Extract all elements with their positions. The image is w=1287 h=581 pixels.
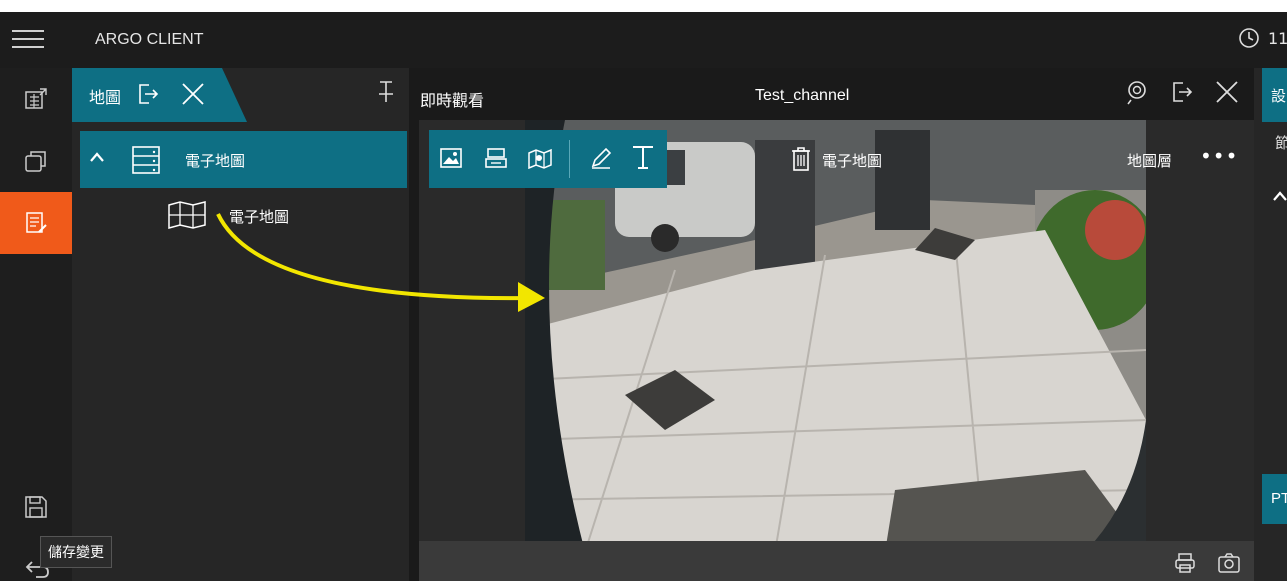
delete-emap-label[interactable]: 電子地圖 bbox=[822, 150, 882, 171]
channel-name: Test_channel bbox=[755, 87, 850, 104]
snapshot-icon[interactable] bbox=[1217, 552, 1241, 574]
print-icon[interactable] bbox=[1174, 552, 1196, 574]
popout-icon[interactable] bbox=[1170, 80, 1194, 104]
close-view-icon[interactable] bbox=[1214, 79, 1240, 105]
server-icon bbox=[131, 145, 161, 175]
right-panel-node-label: 節 bbox=[1275, 134, 1287, 152]
pin-icon[interactable] bbox=[377, 80, 395, 104]
fisheye-icon[interactable] bbox=[1126, 80, 1150, 106]
export-icon[interactable] bbox=[136, 82, 160, 106]
tab-ptz-label: PT bbox=[1271, 490, 1287, 507]
rail-emap-edit-button[interactable] bbox=[0, 192, 72, 254]
save-changes-tooltip: 儲存變更 bbox=[40, 536, 112, 568]
drag-arrow-annotation bbox=[200, 202, 580, 332]
tab-map-label: 地圖 bbox=[89, 88, 122, 107]
edit-document-icon bbox=[23, 210, 49, 236]
tab-settings-label: 設 bbox=[1271, 87, 1287, 105]
delete-icon[interactable] bbox=[789, 146, 813, 172]
text-tool-icon[interactable] bbox=[629, 143, 657, 171]
map-layer-button[interactable]: 地圖層 bbox=[1127, 150, 1172, 171]
pencil-icon[interactable] bbox=[589, 146, 613, 170]
image-icon[interactable] bbox=[439, 147, 463, 169]
windows-icon bbox=[23, 148, 49, 174]
rail-layout-button[interactable] bbox=[0, 68, 72, 130]
rail-windows-button[interactable] bbox=[0, 130, 72, 192]
app-title: ARGO CLIENT bbox=[95, 31, 204, 48]
clock-time: 11 bbox=[1268, 29, 1287, 48]
viewport-bottom-bar bbox=[419, 541, 1254, 581]
clock-icon bbox=[1238, 27, 1260, 49]
map-link-icon[interactable] bbox=[527, 147, 553, 169]
more-options-button[interactable]: ••• bbox=[1200, 144, 1238, 168]
app-window: ARGO CLIENT 11 地圖 電子地圖 電子地圖 即時觀看 Test_ch… bbox=[0, 12, 1287, 581]
save-changes-button[interactable] bbox=[0, 477, 72, 537]
toolbar-divider bbox=[569, 140, 570, 178]
tree-group-label: 電子地圖 bbox=[185, 152, 246, 170]
live-view-title: 即時觀看 bbox=[420, 91, 485, 110]
hamburger-menu-icon[interactable] bbox=[12, 24, 44, 52]
chevron-up-icon[interactable] bbox=[89, 151, 105, 163]
calendar-export-icon bbox=[23, 86, 49, 112]
close-tab-icon[interactable] bbox=[180, 81, 206, 107]
right-chevron-up-icon[interactable] bbox=[1272, 190, 1287, 202]
save-icon bbox=[23, 494, 49, 520]
nvr-icon[interactable] bbox=[484, 147, 508, 169]
